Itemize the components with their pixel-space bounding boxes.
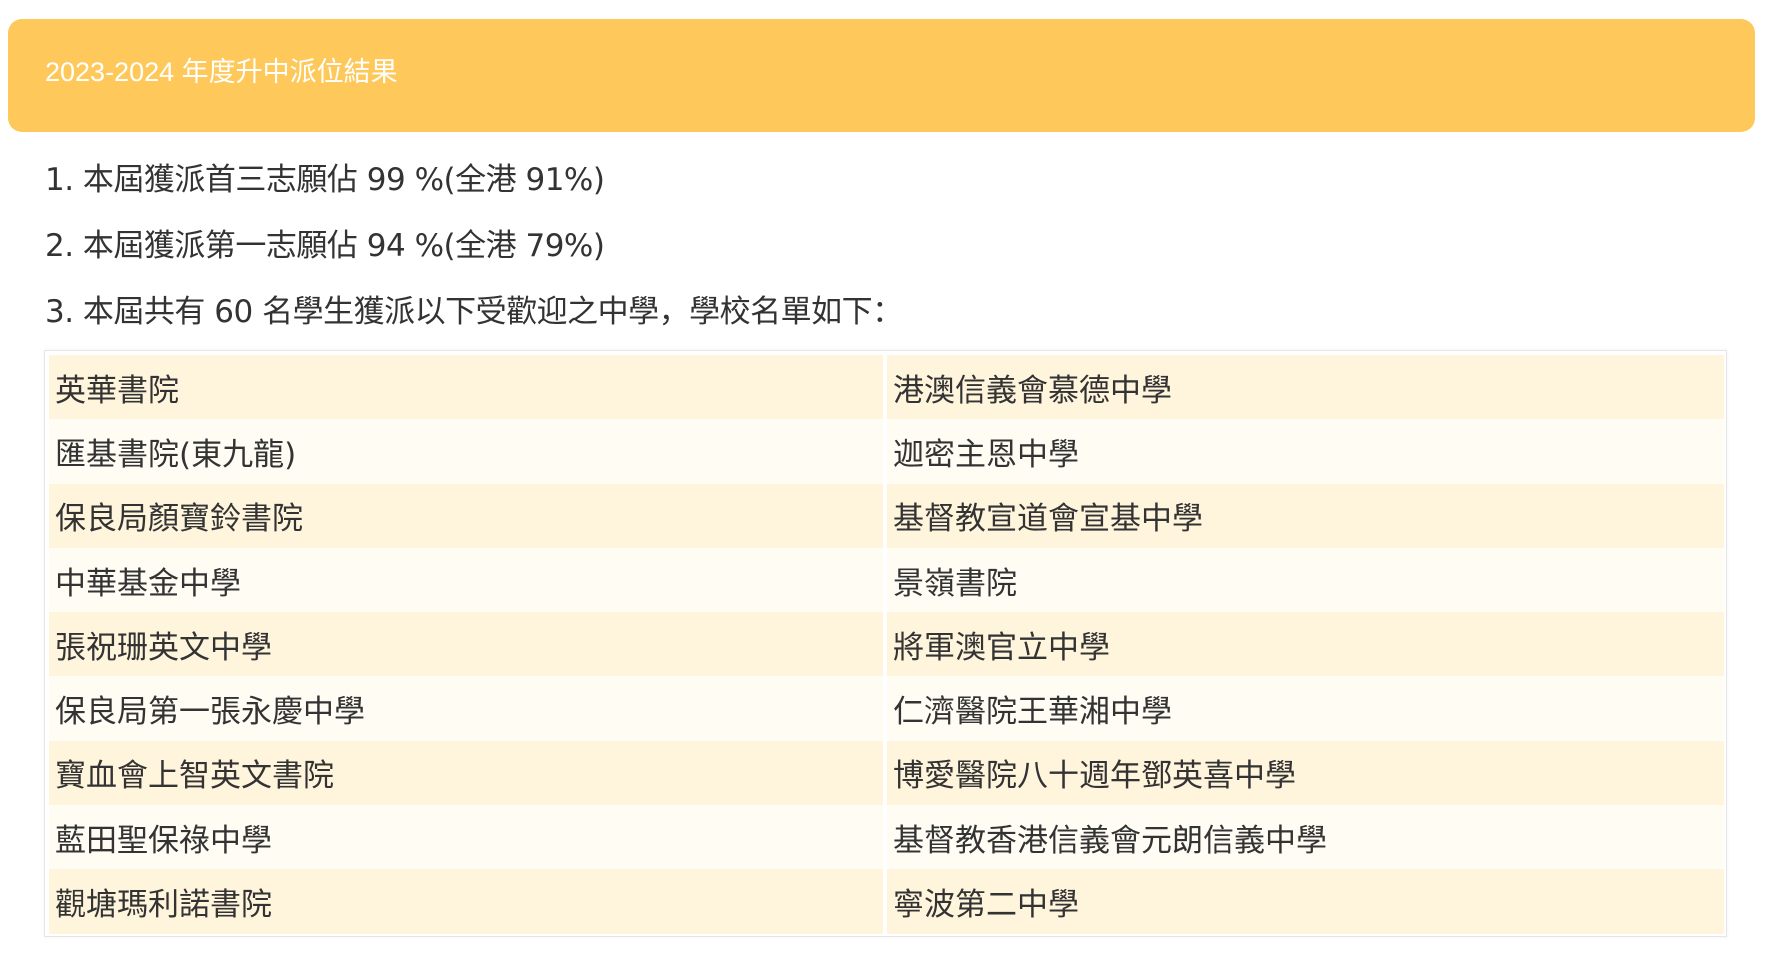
school-cell: 匯基書院(東九龍): [49, 419, 887, 484]
table-row: 藍田聖保祿中學 基督教香港信義會元朗信義中學: [49, 805, 1724, 870]
school-cell: 保良局第一張永慶中學: [49, 676, 887, 741]
table-row: 中華基金中學 景嶺書院: [49, 547, 1724, 613]
school-cell: 中華基金中學: [49, 547, 887, 613]
school-cell: 基督教宣道會宣基中學: [887, 483, 1724, 548]
results-title: 2023-2024 年度升中派位結果: [45, 57, 398, 87]
table-row: 張祝珊英文中學 將軍澳官立中學: [49, 612, 1724, 677]
table-row: 保良局第一張永慶中學 仁濟醫院王華湘中學: [49, 676, 1724, 741]
school-cell: 迦密主恩中學: [887, 419, 1724, 484]
school-cell: 仁濟醫院王華湘中學: [887, 676, 1724, 741]
school-cell: 英華書院: [49, 355, 887, 420]
summary-list: 1. 本屆獲派首三志願佔 99 %(全港 91%) 2. 本屆獲派第一志願佔 9…: [45, 164, 903, 329]
school-cell: 觀塘瑪利諾書院: [49, 869, 887, 934]
school-cell: 港澳信義會慕德中學: [887, 355, 1724, 420]
table-row: 寶血會上智英文書院 博愛醫院八十週年鄧英喜中學: [49, 740, 1724, 806]
summary-item-popular-schools: 3. 本屆共有 60 名學生獲派以下受歡迎之中學，學校名單如下：: [45, 294, 903, 330]
table-row: 保良局顏寶鈴書院 基督教宣道會宣基中學: [49, 483, 1724, 548]
school-cell: 博愛醫院八十週年鄧英喜中學: [887, 740, 1724, 806]
results-header-bar: 2023-2024 年度升中派位結果: [8, 19, 1755, 132]
schools-table: 英華書院 港澳信義會慕德中學 匯基書院(東九龍) 迦密主恩中學 保良局顏寶鈴書院…: [49, 355, 1724, 934]
schools-table-container: 英華書院 港澳信義會慕德中學 匯基書院(東九龍) 迦密主恩中學 保良局顏寶鈴書院…: [44, 350, 1727, 937]
school-cell: 景嶺書院: [887, 547, 1724, 613]
school-cell: 保良局顏寶鈴書院: [49, 483, 887, 548]
table-row: 觀塘瑪利諾書院 寧波第二中學: [49, 869, 1724, 934]
school-cell: 寶血會上智英文書院: [49, 740, 887, 806]
table-row: 英華書院 港澳信義會慕德中學: [49, 355, 1724, 420]
school-cell: 藍田聖保祿中學: [49, 805, 887, 870]
school-cell: 張祝珊英文中學: [49, 612, 887, 677]
school-cell: 將軍澳官立中學: [887, 612, 1724, 677]
summary-item-top-three: 1. 本屆獲派首三志願佔 99 %(全港 91%): [45, 162, 605, 198]
table-row: 匯基書院(東九龍) 迦密主恩中學: [49, 419, 1724, 484]
school-cell: 寧波第二中學: [887, 869, 1724, 934]
summary-item-first-choice: 2. 本屆獲派第一志願佔 94 %(全港 79%): [45, 228, 605, 264]
school-cell: 基督教香港信義會元朗信義中學: [887, 805, 1724, 870]
